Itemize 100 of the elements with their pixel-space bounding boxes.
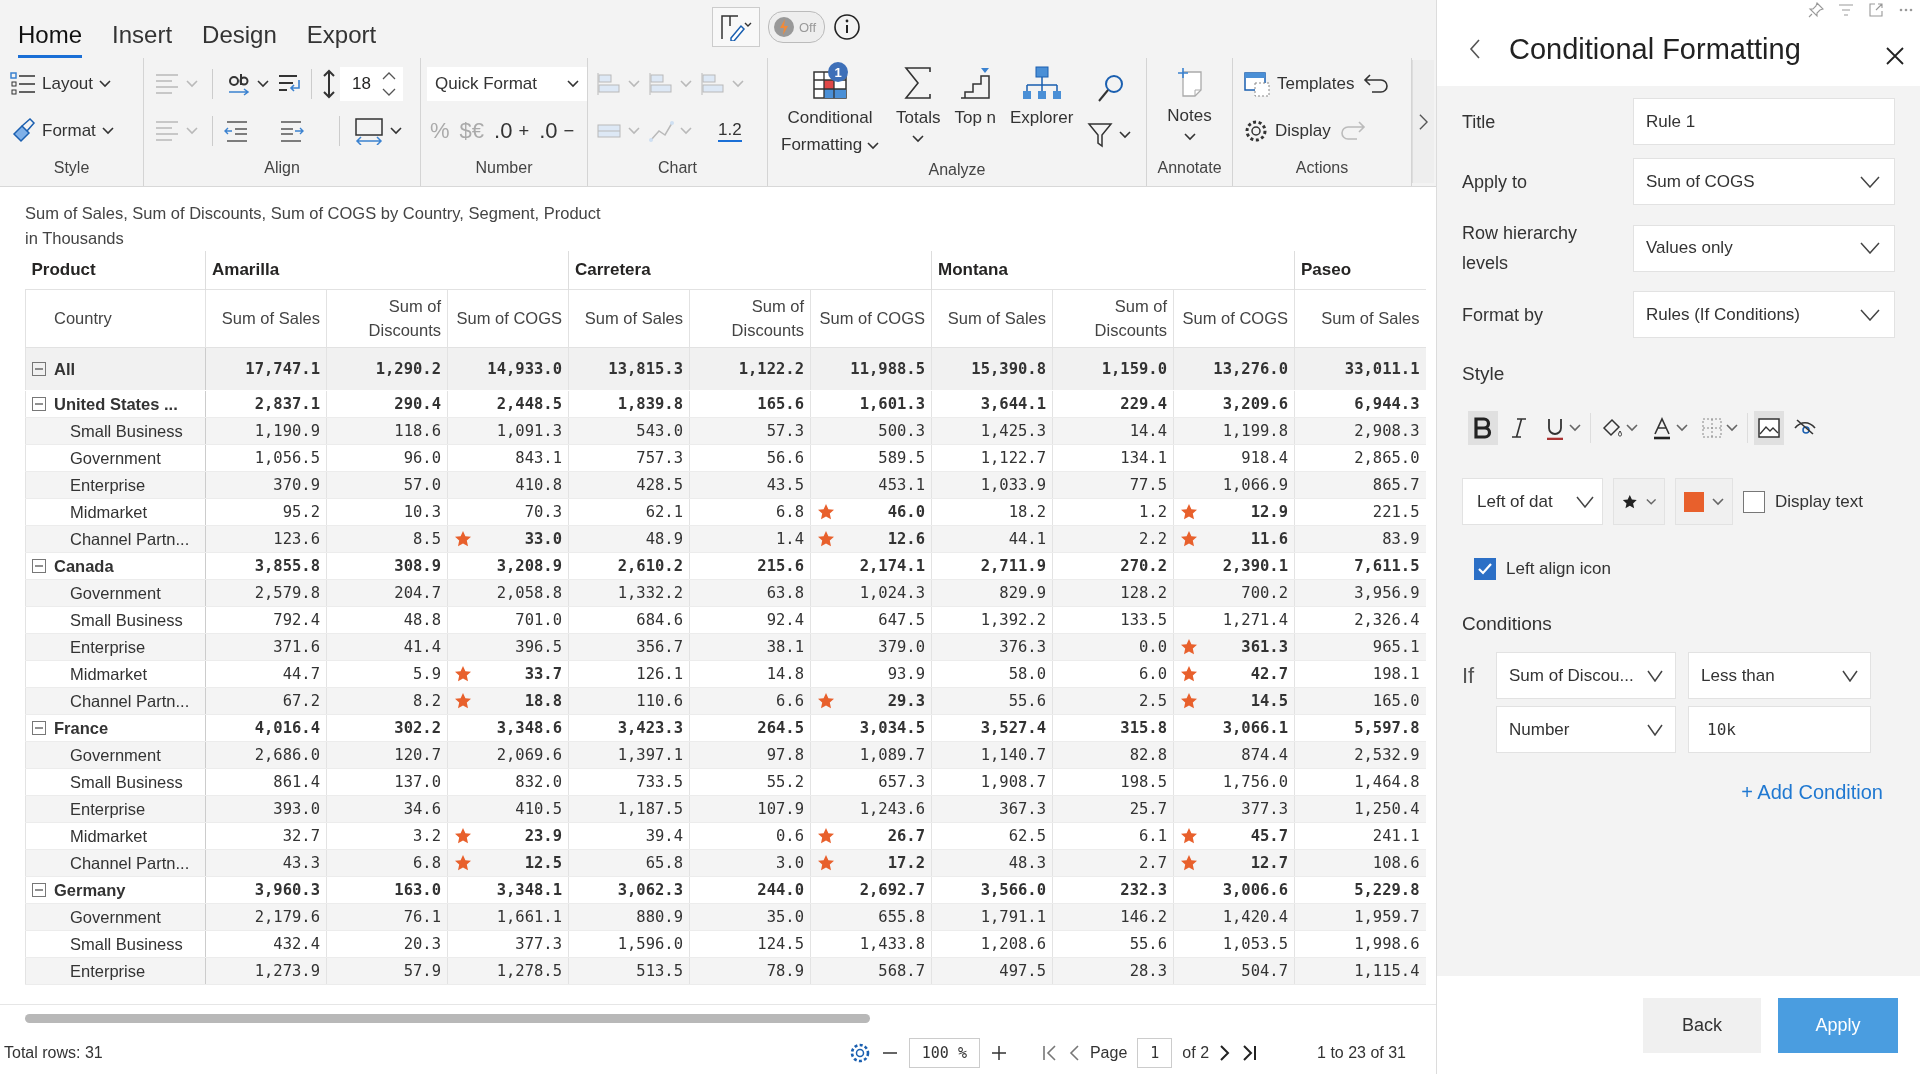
close-icon[interactable] — [1885, 46, 1905, 66]
bold-button[interactable] — [1468, 411, 1498, 445]
back-icon[interactable] — [1469, 39, 1481, 59]
table-cell: 0.0 — [1139, 638, 1167, 656]
notes-button[interactable]: Notes — [1153, 60, 1226, 156]
bar-chart-icon — [700, 71, 726, 96]
edit-mode-button[interactable] — [712, 7, 760, 47]
checkbox[interactable] — [1474, 558, 1496, 580]
templates-button[interactable]: Templates — [1239, 63, 1359, 104]
field-label: Title — [1462, 110, 1497, 134]
icon-position-select[interactable]: Left of dat — [1462, 478, 1603, 525]
table-cell: 2.7 — [1139, 854, 1167, 872]
pin-icon[interactable] — [1808, 2, 1824, 18]
chevron-down-icon — [1860, 175, 1880, 188]
chevron-down-icon — [1576, 495, 1594, 508]
back-button[interactable]: Back — [1643, 997, 1761, 1053]
select-field[interactable]: Rules (If Conditions) — [1633, 291, 1895, 338]
column-group-header[interactable]: Carretera — [575, 260, 651, 279]
table-cell: 10.3 — [403, 503, 441, 521]
select-field[interactable]: Values only — [1633, 224, 1895, 272]
page-field[interactable]: 1 — [1137, 1038, 1173, 1068]
info-icon[interactable] — [833, 13, 862, 41]
report-subtitle: in Thousands — [25, 228, 125, 249]
column-group-header[interactable]: Paseo — [1301, 260, 1352, 279]
table-cell: 92.4 — [766, 611, 804, 629]
table-cell: 57.3 — [766, 422, 804, 440]
table-cell: 35.0 — [766, 908, 804, 926]
chevron-down-icon — [1842, 669, 1858, 682]
conditional-formatting-button[interactable]: Conditional Formatting 1 — [774, 60, 886, 158]
zoom-in-icon[interactable] — [989, 1044, 1008, 1062]
table-cell: 371.6 — [273, 638, 320, 656]
gear-icon[interactable] — [848, 1042, 871, 1064]
column-group-header[interactable]: Amarilla — [212, 260, 280, 279]
table-cell: 1,332.2 — [617, 584, 683, 602]
top-n-button[interactable]: Top n — [950, 60, 1000, 158]
ribbon-tab[interactable]: Home — [18, 21, 83, 58]
table-cell: 3,066.1 — [1222, 719, 1288, 737]
select-field[interactable]: Less than — [1688, 652, 1871, 699]
table-cell: 14.5 — [1250, 692, 1288, 710]
table-cell: 2.2 — [1139, 530, 1167, 548]
table-cell: 757.3 — [636, 449, 683, 467]
totals-button[interactable]: Totals — [892, 60, 945, 158]
title-field[interactable]: Rule 1 — [1633, 98, 1895, 145]
zoom-field[interactable]: 100 % — [908, 1038, 980, 1068]
column-group-header[interactable]: Montana — [938, 260, 1008, 279]
ribbon-tab[interactable]: Insert — [112, 21, 173, 58]
decimal-button[interactable]: 1.2 — [718, 119, 742, 142]
table-cell: 377.3 — [515, 935, 562, 953]
image-button[interactable] — [1754, 411, 1784, 445]
table-cell: 1,601.3 — [859, 395, 925, 413]
table-cell: 1,420.4 — [1222, 908, 1288, 926]
table-cell: 15,390.8 — [971, 360, 1046, 378]
first-page-icon[interactable] — [1041, 1044, 1058, 1062]
collapse-icon[interactable] — [32, 362, 46, 376]
last-page-icon[interactable] — [1241, 1044, 1258, 1062]
table-cell: 543.0 — [636, 422, 683, 440]
explorer-button[interactable]: Explorer — [1006, 60, 1078, 158]
value-field[interactable]: 10k — [1688, 706, 1871, 753]
table-cell: 17.2 — [887, 854, 925, 872]
table-cell: 377.3 — [1241, 800, 1288, 818]
row-label: Midmarket — [69, 502, 147, 521]
collapse-icon[interactable] — [32, 883, 46, 897]
collapse-icon[interactable] — [32, 559, 46, 573]
ribbon-tab[interactable]: Design — [202, 21, 277, 58]
table-cell: 432.4 — [273, 935, 320, 953]
scrollbar-thumb[interactable] — [25, 1013, 870, 1023]
row-height-icon[interactable] — [322, 68, 336, 99]
select-field[interactable]: Sum of COGS — [1633, 158, 1895, 205]
table-cell: 28.3 — [1129, 962, 1167, 980]
next-page-icon[interactable] — [1219, 1044, 1232, 1062]
format-button[interactable]: Format — [6, 110, 118, 151]
checkbox[interactable] — [1743, 490, 1765, 513]
display-button[interactable]: Display — [1239, 110, 1335, 151]
table-cell: 163.0 — [394, 881, 441, 899]
ribbon-tab[interactable]: Export — [306, 21, 377, 58]
collapse-icon[interactable] — [32, 397, 46, 411]
icon-select[interactable] — [1613, 478, 1665, 525]
color-select[interactable] — [1675, 478, 1733, 525]
expand-icon[interactable] — [1868, 2, 1884, 18]
lines-icon — [154, 118, 180, 143]
table-cell: 2,692.7 — [859, 881, 925, 899]
caret-icon — [1569, 424, 1581, 432]
previous-page-icon[interactable] — [1067, 1044, 1080, 1062]
collapse-icon[interactable] — [32, 721, 46, 735]
layout-button[interactable]: Layout — [6, 63, 116, 104]
select-field[interactable]: Sum of Discou... — [1496, 652, 1676, 699]
add-condition-link[interactable]: + Add Condition — [1741, 781, 1883, 803]
format-dropdown[interactable]: Quick Format — [427, 66, 588, 101]
search-icon[interactable] — [1097, 72, 1126, 103]
table-cell: 367.3 — [999, 800, 1046, 818]
table-cell: 48.9 — [645, 530, 683, 548]
caret-icon — [1183, 133, 1196, 141]
caret-icon — [628, 79, 640, 88]
font-size-field[interactable]: 18 — [340, 66, 403, 101]
table-cell: 1,053.5 — [1222, 935, 1288, 953]
table-cell: 1,089.7 — [859, 746, 925, 764]
table-cell: 23.9 — [524, 827, 562, 845]
select-field[interactable]: Number — [1496, 706, 1676, 753]
table-cell: 128.2 — [1120, 584, 1167, 602]
table-cell: 1,433.8 — [859, 935, 925, 953]
